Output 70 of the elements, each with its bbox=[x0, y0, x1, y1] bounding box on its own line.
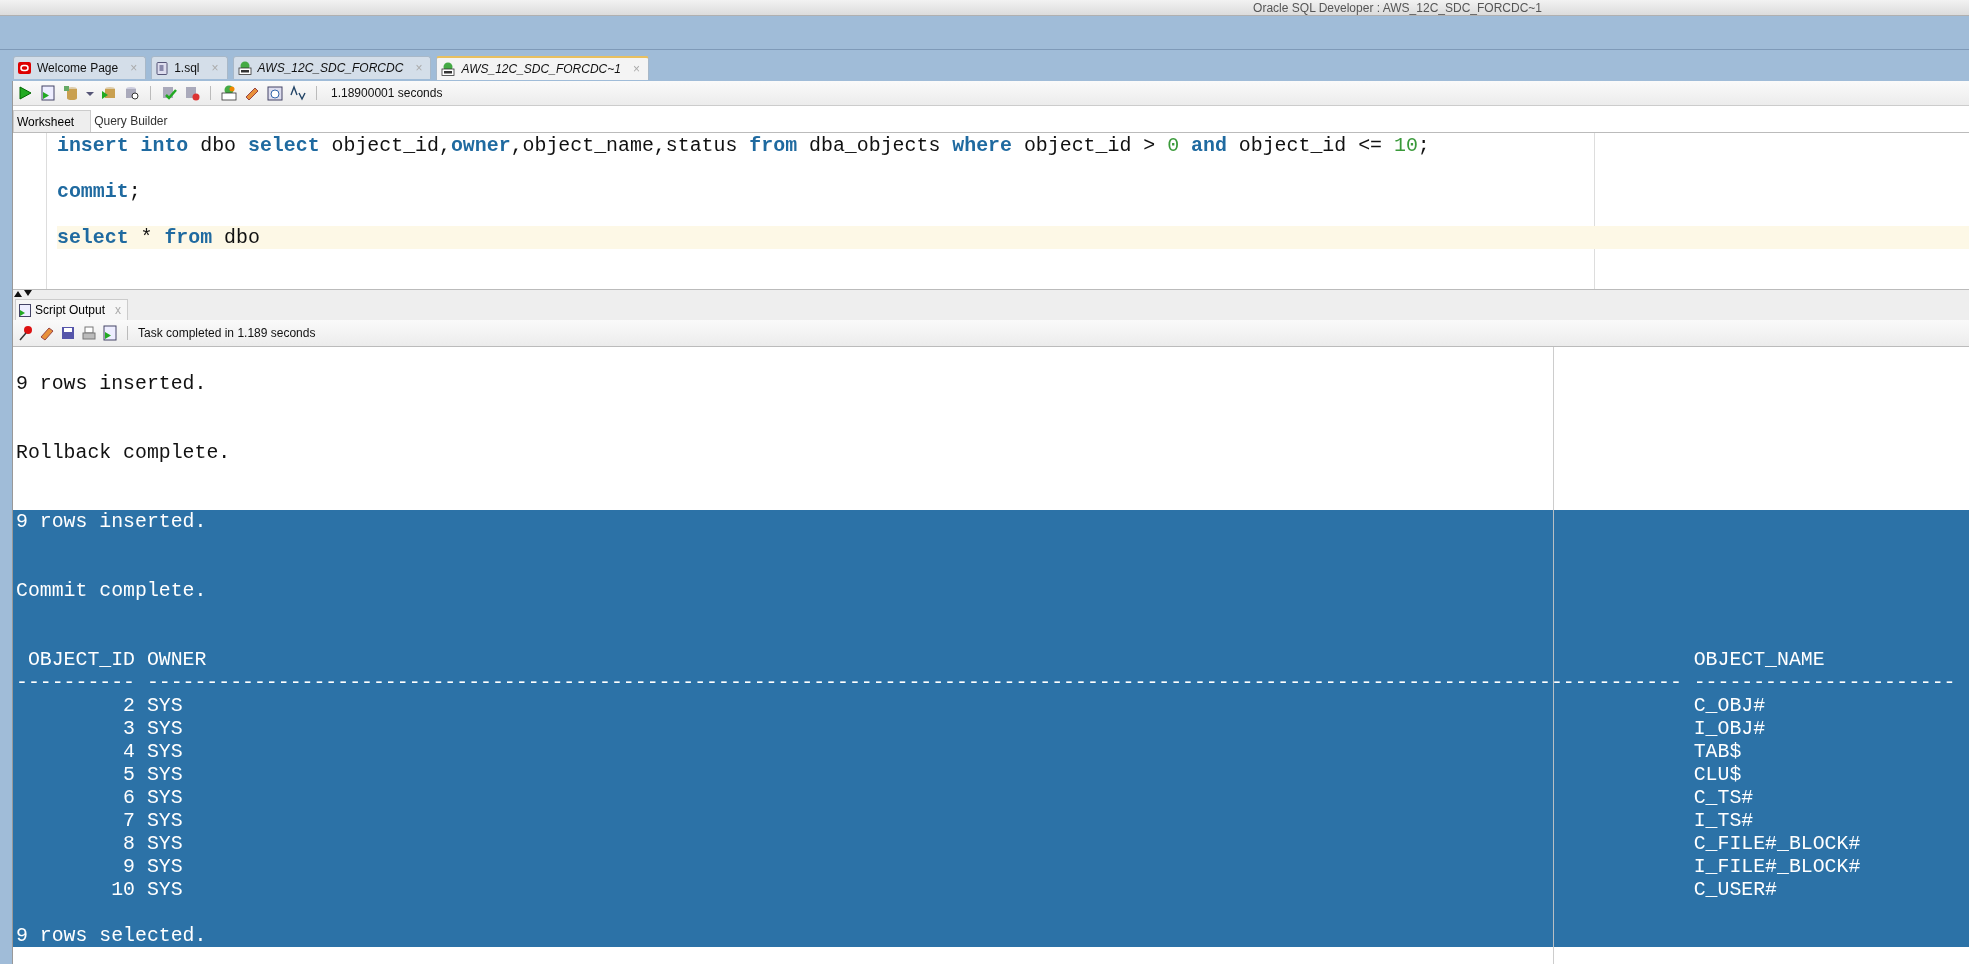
result-cell: TAB$ bbox=[1693, 740, 1742, 763]
result-cell-text: SYS bbox=[146, 694, 184, 717]
result-cell-text: SYS bbox=[146, 763, 184, 786]
column-separator: ---------- bbox=[16, 671, 135, 694]
rollback-icon[interactable] bbox=[184, 85, 200, 101]
run-script-icon[interactable] bbox=[40, 85, 56, 101]
result-cell-text: 2 bbox=[122, 694, 135, 717]
column-separator: --------------------------------------------------------------------------------------------------------------------------------- bbox=[146, 671, 1682, 694]
column-header: OBJECT_ID bbox=[26, 648, 135, 671]
result-cell: I_TS# bbox=[1693, 809, 1754, 832]
result-cell-text: 9 bbox=[122, 855, 135, 878]
result-cell-text: 8 bbox=[122, 832, 135, 855]
result-cell-text: 10 bbox=[110, 878, 135, 901]
result-cell-text: 4 bbox=[122, 740, 135, 763]
code-line: insert into dbo select object_id,owner,object_name,status from dba_objects where object_id > 0 and object_id <= 10; bbox=[57, 134, 1430, 157]
result-cell-text: SYS bbox=[146, 740, 184, 763]
result-cell: I_FILE#_BLOCK# bbox=[1693, 855, 1861, 878]
database-connection-icon bbox=[441, 62, 456, 76]
window-title: Oracle SQL Developer : AWS_12C_SDC_FORCDC~1 bbox=[1253, 0, 1542, 15]
result-cell-text: 7 bbox=[122, 809, 135, 832]
result-cell-text: 5 bbox=[122, 763, 135, 786]
result-cell: I_OBJ# bbox=[1693, 717, 1766, 740]
result-cell-text: SYS bbox=[146, 809, 184, 832]
script-icon bbox=[19, 303, 31, 317]
sql-icon[interactable] bbox=[221, 85, 237, 101]
result-cell: C_TS# bbox=[1693, 786, 1754, 809]
database-icon[interactable] bbox=[63, 85, 79, 101]
script-icon[interactable] bbox=[103, 325, 117, 341]
result-cell: CLU$ bbox=[1693, 763, 1742, 786]
result-cell: C_OBJ# bbox=[1693, 694, 1766, 717]
pin-icon[interactable] bbox=[19, 325, 33, 341]
result-cell-text: SYS bbox=[146, 878, 184, 901]
eraser-icon[interactable] bbox=[244, 85, 260, 101]
sql-file-icon bbox=[156, 61, 169, 75]
printer-icon[interactable] bbox=[82, 325, 96, 341]
code-line: commit; bbox=[57, 180, 141, 203]
result-cell-text: SYS bbox=[146, 832, 184, 855]
result-cell: C_USER# bbox=[1693, 878, 1777, 901]
worksheet-tab[interactable]: Query Builder bbox=[91, 110, 184, 132]
task-status: Task completed in 1.189 seconds bbox=[138, 326, 316, 340]
output-message: 9 rows selected. bbox=[16, 924, 207, 947]
document-tab[interactable]: AWS_12C_SDC_FORCDC × bbox=[232, 56, 432, 79]
result-cell-text: SYS bbox=[146, 786, 184, 809]
document-tab[interactable]: Welcome Page × bbox=[13, 56, 147, 79]
database-search-icon[interactable] bbox=[124, 85, 140, 101]
database-connection-icon bbox=[237, 61, 252, 75]
column-separator: ---------------------- bbox=[1693, 671, 1956, 694]
result-cell: C_FILE#_BLOCK# bbox=[1693, 832, 1861, 855]
worksheet-tab[interactable]: Worksheet bbox=[13, 110, 92, 132]
result-cell-text: SYS bbox=[146, 855, 184, 878]
run-icon[interactable] bbox=[17, 85, 33, 101]
result-cell-text: SYS bbox=[146, 717, 184, 740]
save-icon[interactable] bbox=[61, 325, 75, 341]
eraser-icon[interactable] bbox=[40, 325, 54, 341]
code-line: select * from dbo bbox=[57, 226, 260, 249]
document-tab[interactable]: 1.sql × bbox=[151, 56, 228, 79]
document-tab[interactable]: AWS_12C_SDC_FORCDC~1 × bbox=[436, 56, 649, 80]
database-run-icon[interactable] bbox=[101, 85, 117, 101]
output-message: Rollback complete. bbox=[16, 441, 231, 464]
elapsed-time: 1.18900001 seconds bbox=[331, 86, 443, 100]
column-header: OWNER bbox=[146, 648, 208, 671]
commit-icon[interactable] bbox=[161, 85, 177, 101]
column-header: OBJECT_NAME bbox=[1693, 648, 1825, 671]
result-cell-text: 3 bbox=[122, 717, 135, 740]
script-output-tab[interactable]: Script Output x bbox=[15, 299, 129, 320]
output-message: 9 rows inserted. bbox=[16, 372, 207, 395]
result-cell-text: 6 bbox=[122, 786, 135, 809]
output-message: Commit complete. bbox=[16, 579, 207, 602]
oracle-logo-icon bbox=[18, 62, 31, 74]
output-message: 9 rows inserted. bbox=[16, 510, 207, 533]
